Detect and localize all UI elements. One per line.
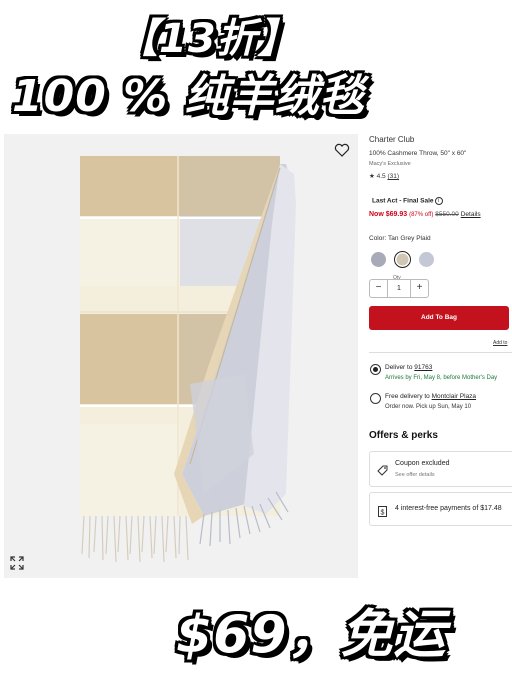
swatch-grey[interactable] [371,252,386,267]
ship-eta: Arrives by Fri, May 8, before Mother's D… [385,375,498,381]
coupon-title: Coupon excluded [395,460,450,467]
coupon-details-link[interactable]: See offer details [395,472,435,478]
blanket-illustration [80,156,296,563]
add-to-list-link[interactable]: Add to [493,340,507,346]
add-to-bag-button[interactable]: Add To Bag [369,306,509,330]
brand-link[interactable]: Charter Club [369,135,414,144]
ship-option-label: Deliver to 91763 [385,364,432,371]
pickup-radio[interactable] [370,393,381,404]
installments-card[interactable]: $ 4 interest-free payments of $17.48 [369,492,512,526]
banner-title: 100 % 纯羊绒毯 [12,71,365,122]
qty-value[interactable]: 1 [390,280,408,297]
final-sale-text: Last Act - Final Sale [372,197,434,205]
rating-value: 4.5 [376,173,386,180]
ship-radio[interactable] [370,364,381,375]
swatch-light-grey[interactable] [419,252,434,267]
pickup-label-text: Free delivery to [385,393,430,400]
price-was: $550.00 [435,211,459,218]
info-icon[interactable]: i [434,197,443,205]
price-row: Now $69.93 (87% off) $550.00 Details [369,211,481,218]
color-label: Color: Tan Grey Plaid [369,235,431,242]
quantity-stepper: − 1 + [369,279,429,298]
offers-heading: Offers & perks [369,430,438,441]
price-percent-off: (87% off) [409,212,434,218]
installments-text: 4 interest-free payments of $17.48 [395,505,502,512]
dollar-doc-icon: $ [377,504,388,517]
product-name: 100% Cashmere Throw, 50" x 60" [369,150,467,157]
price-now: Now $69.93 [369,211,408,218]
expand-icon[interactable] [10,556,24,570]
coupon-card[interactable]: Coupon excluded See offer details [369,451,512,487]
swatch-tan-grey-selected[interactable] [394,251,411,268]
store-link[interactable]: Montclair Plaza [432,393,476,400]
banner-discount: 【13折】 [118,16,299,62]
svg-text:$: $ [381,510,385,517]
exclusive-label: Macy's Exclusive [369,161,411,167]
divider [369,352,512,353]
star-icon: ★ [369,173,375,180]
product-image[interactable] [4,134,358,578]
pickup-option-label: Free delivery to Montclair Plaza [385,393,476,400]
pickup-eta: Order now. Pick up Sun, May 10 [385,404,472,410]
tag-icon [377,463,388,476]
qty-plus-button[interactable]: + [410,280,428,297]
details-link[interactable]: Details [461,211,481,218]
zip-link[interactable]: 91763 [414,364,432,371]
final-sale-badge: Last Act - Final Sale i [372,197,443,205]
banner-price: $69，免运 [176,605,447,665]
review-count[interactable]: (31) [388,173,400,180]
rating[interactable]: ★ 4.5 (31) [369,172,399,180]
heart-icon[interactable] [334,142,350,158]
qty-minus-button[interactable]: − [370,280,388,297]
ship-label-text: Deliver to [385,364,413,371]
